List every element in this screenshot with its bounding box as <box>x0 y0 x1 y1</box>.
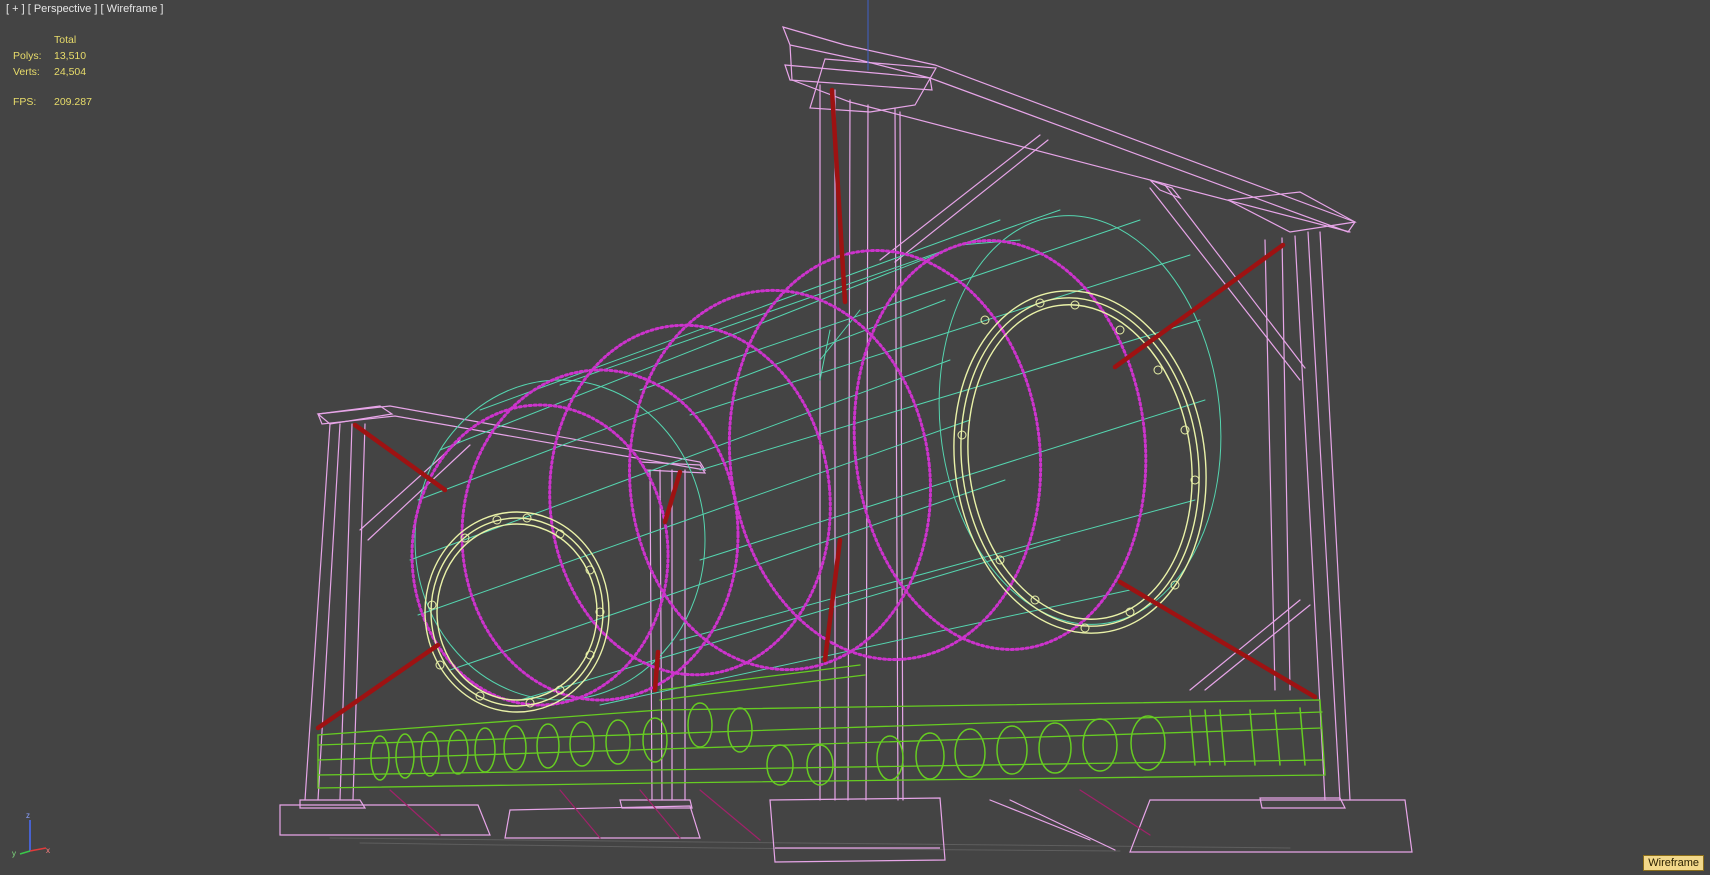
statistics-overlay: Total Polys: 13,510 Verts: 24,504 FPS: 209.… <box>13 32 92 110</box>
verts-label: Verts: <box>13 66 40 78</box>
wireframe-mode-badge[interactable]: Wireframe <box>1643 855 1704 871</box>
viewport-plus-menu[interactable]: [ + ] <box>6 3 25 15</box>
foot-pads[interactable] <box>279 797 1413 863</box>
axis-tripod-icon: z x y <box>12 811 50 858</box>
verts-value: 24,504 <box>54 66 87 78</box>
viewport-shading-menu[interactable]: [ Wireframe ] <box>100 3 163 15</box>
polys-value: 13,510 <box>54 50 87 62</box>
stats-column-header: Total <box>54 34 77 46</box>
back-frame[interactable] <box>782 26 1357 801</box>
viewport-perspective[interactable]: [ + ] [ Perspective ] [ Wireframe ] Tota… <box>0 0 1710 875</box>
underside-struts <box>389 789 1151 841</box>
axis-z-label: z <box>26 811 30 820</box>
polys-label: Polys: <box>13 50 42 62</box>
axis-y-label: y <box>12 849 16 858</box>
flange-bolts <box>427 298 1200 708</box>
wireframe-scene[interactable] <box>0 0 1710 875</box>
magenta-rings[interactable] <box>410 226 1166 707</box>
axis-x-label: x <box>46 846 50 855</box>
viewport-label-menu: [ + ] [ Perspective ] [ Wireframe ] <box>6 3 163 15</box>
viewport-view-menu[interactable]: [ Perspective ] <box>28 3 98 15</box>
base-rails[interactable] <box>317 664 1326 789</box>
fps-label: FPS: <box>13 96 37 108</box>
fps-value: 209.287 <box>54 96 92 108</box>
ground-shadow <box>329 837 1291 852</box>
